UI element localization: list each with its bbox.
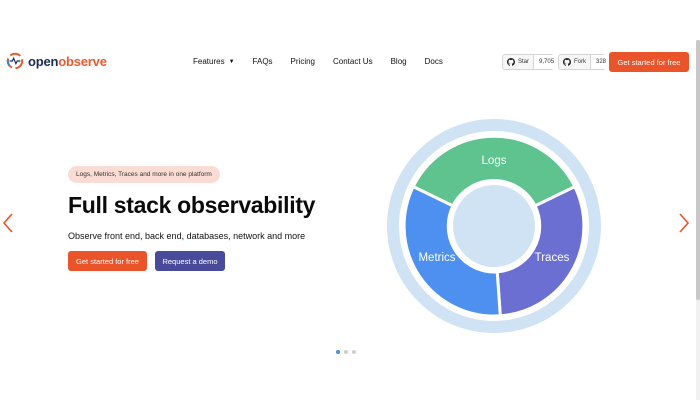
wheel-label-metrics: Metrics: [418, 252, 455, 264]
github-fork-label: Fork: [574, 59, 586, 65]
github-icon: [507, 58, 515, 66]
github-star-count: 9,705: [534, 55, 560, 69]
wheel-center: [453, 185, 535, 267]
github-star-button[interactable]: Star 9,705: [502, 54, 560, 70]
page-scrollbar[interactable]: [696, 40, 700, 400]
nav-blog[interactable]: Blog: [391, 57, 407, 66]
carousel-prev-arrow-icon[interactable]: [2, 213, 14, 233]
nav-features[interactable]: Features ▼: [193, 57, 235, 66]
wheel-label-logs: Logs: [482, 155, 507, 167]
carousel-dot[interactable]: [336, 350, 340, 354]
nav-features-label: Features: [193, 57, 225, 66]
request-demo-button[interactable]: Request a demo: [155, 251, 225, 271]
nav-faqs[interactable]: FAQs: [253, 57, 273, 66]
logo[interactable]: openobserve: [6, 52, 107, 70]
hero-title: Full stack observability: [68, 192, 316, 218]
github-fork-count: 328: [591, 55, 612, 69]
carousel-dot[interactable]: [344, 350, 348, 354]
github-star-label: Star: [518, 59, 530, 65]
wheel-label-traces: Traces: [535, 252, 570, 264]
carousel-next-arrow-icon[interactable]: [678, 213, 690, 233]
logo-text-part1: open: [28, 53, 59, 69]
header-get-started-button[interactable]: Get started for free: [609, 52, 689, 72]
scrollbar-thumb[interactable]: [696, 40, 700, 300]
logo-icon: [6, 52, 24, 70]
carousel-dots: [336, 350, 356, 354]
nav-contact[interactable]: Contact Us: [333, 57, 373, 66]
github-icon: [563, 58, 571, 66]
nav-docs[interactable]: Docs: [425, 57, 443, 66]
hero-subtitle: Observe front end, back end, databases, …: [68, 231, 306, 241]
nav-links: Features ▼ FAQs Pricing Contact Us Blog …: [193, 57, 461, 66]
hero-badge: Logs, Metrics, Traces and more in one pl…: [68, 166, 220, 183]
logo-text-part2: observe: [58, 53, 107, 69]
hero-get-started-button[interactable]: Get started for free: [68, 251, 147, 271]
nav-pricing[interactable]: Pricing: [291, 57, 315, 66]
carousel-dot[interactable]: [352, 350, 356, 354]
observability-wheel: Logs Traces Metrics: [387, 119, 601, 333]
github-fork-button[interactable]: Fork 328: [558, 54, 612, 70]
navbar: openobserve Features ▼ FAQs Pricing Cont…: [0, 47, 700, 77]
caret-down-icon: ▼: [228, 58, 235, 65]
